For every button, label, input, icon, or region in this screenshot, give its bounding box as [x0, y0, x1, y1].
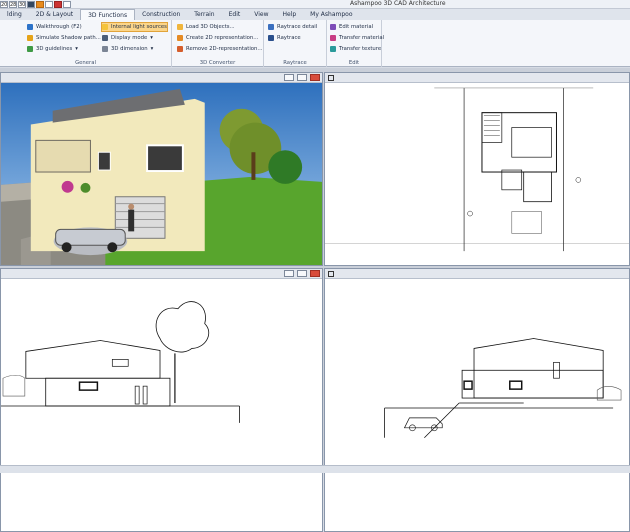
create-2d-icon: [177, 35, 183, 41]
chevron-down-icon: ▾: [150, 35, 153, 41]
load-3d-objects-label: Load 3D Objects...: [186, 24, 235, 30]
tab-2d-layout[interactable]: 2D & Layout: [29, 9, 80, 20]
tab-terrain[interactable]: Terrain: [187, 9, 221, 20]
simulate-shadow-label: Simulate Shadow path...: [36, 35, 101, 41]
elevation-right-title-bar: [325, 269, 629, 279]
elevation-left-drawing: [1, 301, 240, 423]
workspace: [0, 68, 630, 532]
walk-icon: [27, 24, 33, 30]
quick-value-2[interactable]: 28: [9, 1, 17, 8]
material-icon: [330, 35, 336, 41]
app-title: Ashampoo 3D CAD Architecture: [350, 0, 446, 7]
guideline-icon: [27, 46, 33, 52]
raytrace-icon: [268, 24, 274, 30]
elevation-left-title-bar: [1, 269, 322, 279]
viewport-floor-plan[interactable]: [324, 72, 630, 266]
floor-plan-drawing: [325, 87, 629, 252]
tab-building[interactable]: lding: [0, 9, 29, 20]
group-label-raytrace: Raytrace: [283, 60, 307, 66]
create-2d-label: Create 2D representation...: [186, 35, 259, 41]
dimension-icon: [102, 46, 108, 52]
maximize-icon[interactable]: [297, 270, 307, 277]
quick-delete-icon[interactable]: [54, 1, 62, 8]
ribbon-group-3d-converter: Load 3D Objects... Create 2D representat…: [172, 20, 264, 67]
quick-value-1[interactable]: 20: [0, 1, 8, 8]
display-mode-dropdown[interactable]: Display mode ▾: [102, 33, 153, 43]
walkthrough-label: Walkthrough (F2): [36, 24, 82, 30]
walkthrough-button[interactable]: Walkthrough (F2): [27, 22, 82, 32]
internal-light-label: Internal light sources: [111, 24, 167, 30]
remove-2d-button[interactable]: Remove 2D-representation...: [177, 44, 262, 54]
maximize-icon[interactable]: [297, 74, 307, 81]
tab-my-ashampoo[interactable]: My Ashampoo: [303, 9, 359, 20]
raytrace-icon: [268, 35, 274, 41]
tab-view[interactable]: View: [247, 9, 275, 20]
group-label-edit: Edit: [348, 60, 360, 66]
chevron-down-icon: ▾: [75, 46, 78, 52]
quick-grid-icon[interactable]: [27, 1, 35, 8]
title-bar: 20 28 30 Ashampoo 3D CAD Architecture: [0, 0, 630, 9]
ribbon-tabs: lding 2D & Layout 3D Functions Construct…: [0, 9, 630, 20]
edit-material-label: Edit material: [339, 24, 374, 30]
viewport-elevation-left[interactable]: [0, 268, 323, 532]
raytrace-label: Raytrace: [277, 35, 301, 41]
transfer-material-button[interactable]: Transfer material: [330, 33, 384, 43]
viewport-3d-title-bar: [1, 73, 322, 83]
elevation-right-drawing: [384, 338, 622, 439]
quick-pencil-icon[interactable]: [45, 1, 53, 8]
tab-help[interactable]: Help: [275, 9, 303, 20]
close-icon[interactable]: [310, 74, 320, 81]
chevron-down-icon: ▾: [150, 46, 154, 52]
guidelines-label: 3D guidelines: [36, 46, 73, 52]
quick-value-3[interactable]: 30: [18, 1, 26, 8]
simulate-shadow-button[interactable]: Simulate Shadow path...: [27, 33, 101, 43]
pane-menu-icon[interactable]: [328, 271, 334, 277]
tab-construction[interactable]: Construction: [135, 9, 187, 20]
ribbon-group-general: Walkthrough (F2) Simulate Shadow path...…: [0, 20, 172, 67]
transfer-texture-label: Transfer texture: [339, 46, 382, 52]
remove-2d-icon: [177, 46, 183, 52]
minimize-icon[interactable]: [284, 74, 294, 81]
remove-2d-label: Remove 2D-representation...: [186, 46, 263, 52]
display-mode-label: Display mode: [111, 35, 148, 41]
quick-house-icon[interactable]: [36, 1, 44, 8]
transfer-texture-button[interactable]: Transfer texture: [330, 44, 381, 54]
quick-arrow-icon[interactable]: [63, 1, 71, 8]
ribbon-group-raytrace: Raytrace detail Raytrace Raytrace: [264, 20, 327, 67]
create-2d-button[interactable]: Create 2D representation...: [177, 33, 258, 43]
group-label-general: General: [75, 60, 96, 66]
raytrace-detail-button[interactable]: Raytrace detail: [268, 22, 317, 32]
load-object-icon: [177, 24, 183, 30]
material-icon: [330, 46, 336, 52]
tab-3d-functions[interactable]: 3D Functions: [80, 9, 136, 20]
quick-access-toolbar: 20 28 30: [0, 0, 71, 9]
raytrace-detail-label: Raytrace detail: [277, 24, 318, 30]
edit-material-button[interactable]: Edit material: [330, 22, 373, 32]
material-icon: [330, 24, 336, 30]
pane-menu-icon[interactable]: [328, 75, 334, 81]
floor-plan-title-bar: [325, 73, 629, 83]
sun-shadow-icon: [27, 35, 33, 41]
raytrace-button[interactable]: Raytrace: [268, 33, 301, 43]
group-label-3d-converter: 3D Converter: [199, 60, 236, 66]
status-bar: [0, 465, 630, 473]
load-3d-objects-button[interactable]: Load 3D Objects...: [177, 22, 235, 32]
tab-edit[interactable]: Edit: [222, 9, 248, 20]
display-icon: [102, 35, 108, 41]
internal-light-button[interactable]: Internal light sources: [101, 22, 168, 32]
close-icon[interactable]: [310, 270, 320, 277]
dimension-label: 3D dimension: [111, 46, 148, 52]
transfer-material-label: Transfer material: [339, 35, 385, 41]
guidelines-dropdown[interactable]: 3D guidelines ▾: [27, 44, 78, 54]
ribbon: Walkthrough (F2) Simulate Shadow path...…: [0, 20, 630, 67]
dimension-dropdown[interactable]: 3D dimension ▾: [102, 44, 153, 54]
light-bulb-icon: [102, 24, 108, 30]
viewport-elevation-right[interactable]: [324, 268, 630, 532]
ribbon-group-edit: Edit material Transfer material Transfer…: [327, 20, 384, 67]
viewport-3d[interactable]: [0, 72, 323, 266]
minimize-icon[interactable]: [284, 270, 294, 277]
rendered-house-scene: [1, 83, 322, 265]
